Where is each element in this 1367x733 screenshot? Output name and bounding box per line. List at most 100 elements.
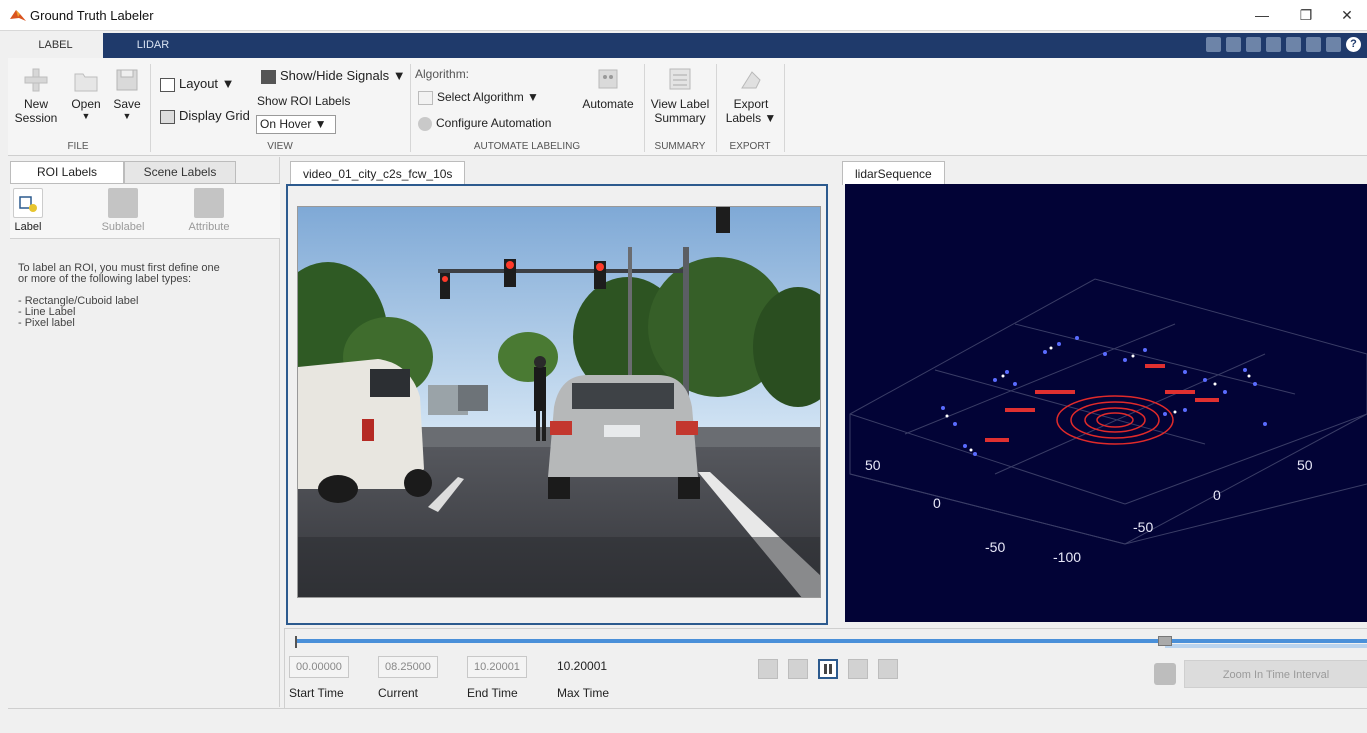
save-dropdown-icon: ▼ [122,111,132,121]
tab-lidar-sequence[interactable]: lidarSequence [842,161,945,185]
floppy-disk-icon [116,69,138,91]
ribbon: New Session Open ▼ Save ▼ FILE Layout ▼ … [8,58,1367,156]
attribute-button[interactable]: Attribute [179,188,239,233]
quick-access-toolbar: ? [1206,37,1361,54]
lidar-point-cloud-view[interactable]: 50 0 -50 50 0 -50 -100 [845,184,1367,622]
minimize-button[interactable]: — [1247,4,1277,26]
qat-undo-icon[interactable] [1286,37,1301,52]
lidar-display-panel: lidarSequence 50 0 -50 50 0 -50 -100 [840,157,1367,627]
app-window: Ground Truth Labeler — ❐ ✕ LABEL LIDAR ?… [0,0,1367,733]
tab-label[interactable]: LABEL [8,33,103,58]
roi-label-visibility-select[interactable]: On Hover ▼ [256,115,336,134]
save-button[interactable]: Save ▼ [108,66,146,121]
qat-paste-icon[interactable] [1266,37,1281,52]
street-scene-image [298,207,820,597]
end-time-field[interactable]: 10.20001 [467,656,527,678]
pause-button[interactable] [818,659,838,679]
new-session-button[interactable]: New Session [10,66,62,125]
group-separator [150,64,151,152]
layout-button[interactable]: Layout ▼ [160,76,235,92]
axis-tick-label: -100 [1053,549,1081,565]
layout-label: Layout ▼ [179,76,235,91]
export-group-title: EXPORT [729,141,771,152]
select-algorithm-button[interactable]: Select Algorithm ▼ [418,90,539,105]
label-add-icon [13,188,43,218]
summary-icon [669,68,691,90]
pause-icon [824,664,832,674]
start-time-field[interactable]: 00.00000 [289,656,349,678]
time-slider-thumb[interactable] [1158,636,1172,646]
last-frame-button[interactable] [878,659,898,679]
export-icon [741,71,761,89]
ribbon-tab-strip: LABEL LIDAR ? [8,33,1367,58]
time-slider-track [297,639,1367,643]
automate-label: Automate [582,97,634,111]
tab-scene-labels[interactable]: Scene Labels [124,161,236,183]
qat-cut-icon[interactable] [1226,37,1241,52]
roi-labels-panel: ROI Labels Scene Labels Label Sublabel A… [8,157,280,707]
end-time-label: End Time [467,686,518,700]
video-frame-border [286,184,828,625]
show-hide-signals-button[interactable]: Show/Hide Signals ▼ [261,68,406,84]
sublabel-icon [108,188,138,218]
export-label-2: Labels ▼ [725,111,777,125]
open-label: Open [71,97,101,111]
save-label: Save [113,97,141,111]
robot-icon [598,69,618,89]
tab-lidar[interactable]: LIDAR [103,33,203,58]
next-frame-button[interactable] [848,659,868,679]
tab-video[interactable]: video_01_city_c2s_fcw_10s [290,161,466,185]
qat-save-icon[interactable] [1206,37,1221,52]
start-time-label: Start Time [289,686,344,700]
plus-icon [24,68,48,92]
current-time-label: Current [378,686,419,700]
layout-icon [160,77,175,92]
file-group-title: FILE [67,141,89,152]
time-slider-remaining [1165,644,1367,648]
configure-automation-button[interactable]: Configure Automation [418,116,551,131]
qat-window-icon[interactable] [1326,37,1341,52]
restore-button[interactable]: ❐ [1291,4,1321,26]
display-grid-button[interactable]: Display Grid [160,108,250,124]
summary-group-title: SUMMARY [654,141,706,152]
automate-group-title: AUTOMATE LABELING [473,141,581,152]
time-slider[interactable] [295,636,1367,648]
status-bar [8,708,1367,733]
axis-tick-label: 0 [933,495,941,511]
export-labels-button[interactable]: Export Labels ▼ [720,66,782,125]
new-session-label-2: Session [14,111,58,125]
previous-frame-button[interactable] [788,659,808,679]
sublabel-button[interactable]: Sublabel [93,188,153,233]
playback-timeline-panel: 00.00000 Start Time 08.25000 Current 10.… [284,628,1367,708]
axis-tick-label: 0 [1213,487,1221,503]
view-label-summary-label-2: Summary [654,111,706,125]
tab-roi-labels[interactable]: ROI Labels [10,161,124,183]
display-grid-label: Display Grid [179,108,250,123]
zoom-in-time-interval-button[interactable]: Zoom In Time Interval [1184,660,1367,688]
folder-small-icon [418,90,433,105]
label-button-label: Label [14,221,42,233]
label-button[interactable]: Label [0,188,58,233]
first-frame-button[interactable] [758,659,778,679]
open-button[interactable]: Open ▼ [64,66,108,121]
close-button[interactable]: ✕ [1332,4,1362,26]
view-group-title: VIEW [267,141,293,152]
export-label-1: Export [733,97,769,111]
snapshot-icon[interactable] [1154,663,1176,685]
title-bar: Ground Truth Labeler — ❐ ✕ [0,0,1367,31]
group-separator [644,64,645,152]
video-display-panel: video_01_city_c2s_fcw_10s [284,157,832,627]
view-label-summary-button[interactable]: View Label Summary [646,66,714,125]
axis-tick-label: 50 [1297,457,1313,473]
show-roi-labels-label: Show ROI Labels [257,94,351,108]
automate-button[interactable]: Automate [575,66,641,111]
signals-icon [261,69,276,84]
video-frame-image[interactable] [297,206,821,598]
qat-redo-icon[interactable] [1306,37,1321,52]
select-algorithm-label: Select Algorithm ▼ [437,90,539,104]
current-time-field[interactable]: 08.25000 [378,656,438,678]
gear-icon [418,116,432,131]
help-icon[interactable]: ? [1346,37,1361,52]
configure-automation-label: Configure Automation [436,116,552,130]
qat-copy-icon[interactable] [1246,37,1261,52]
